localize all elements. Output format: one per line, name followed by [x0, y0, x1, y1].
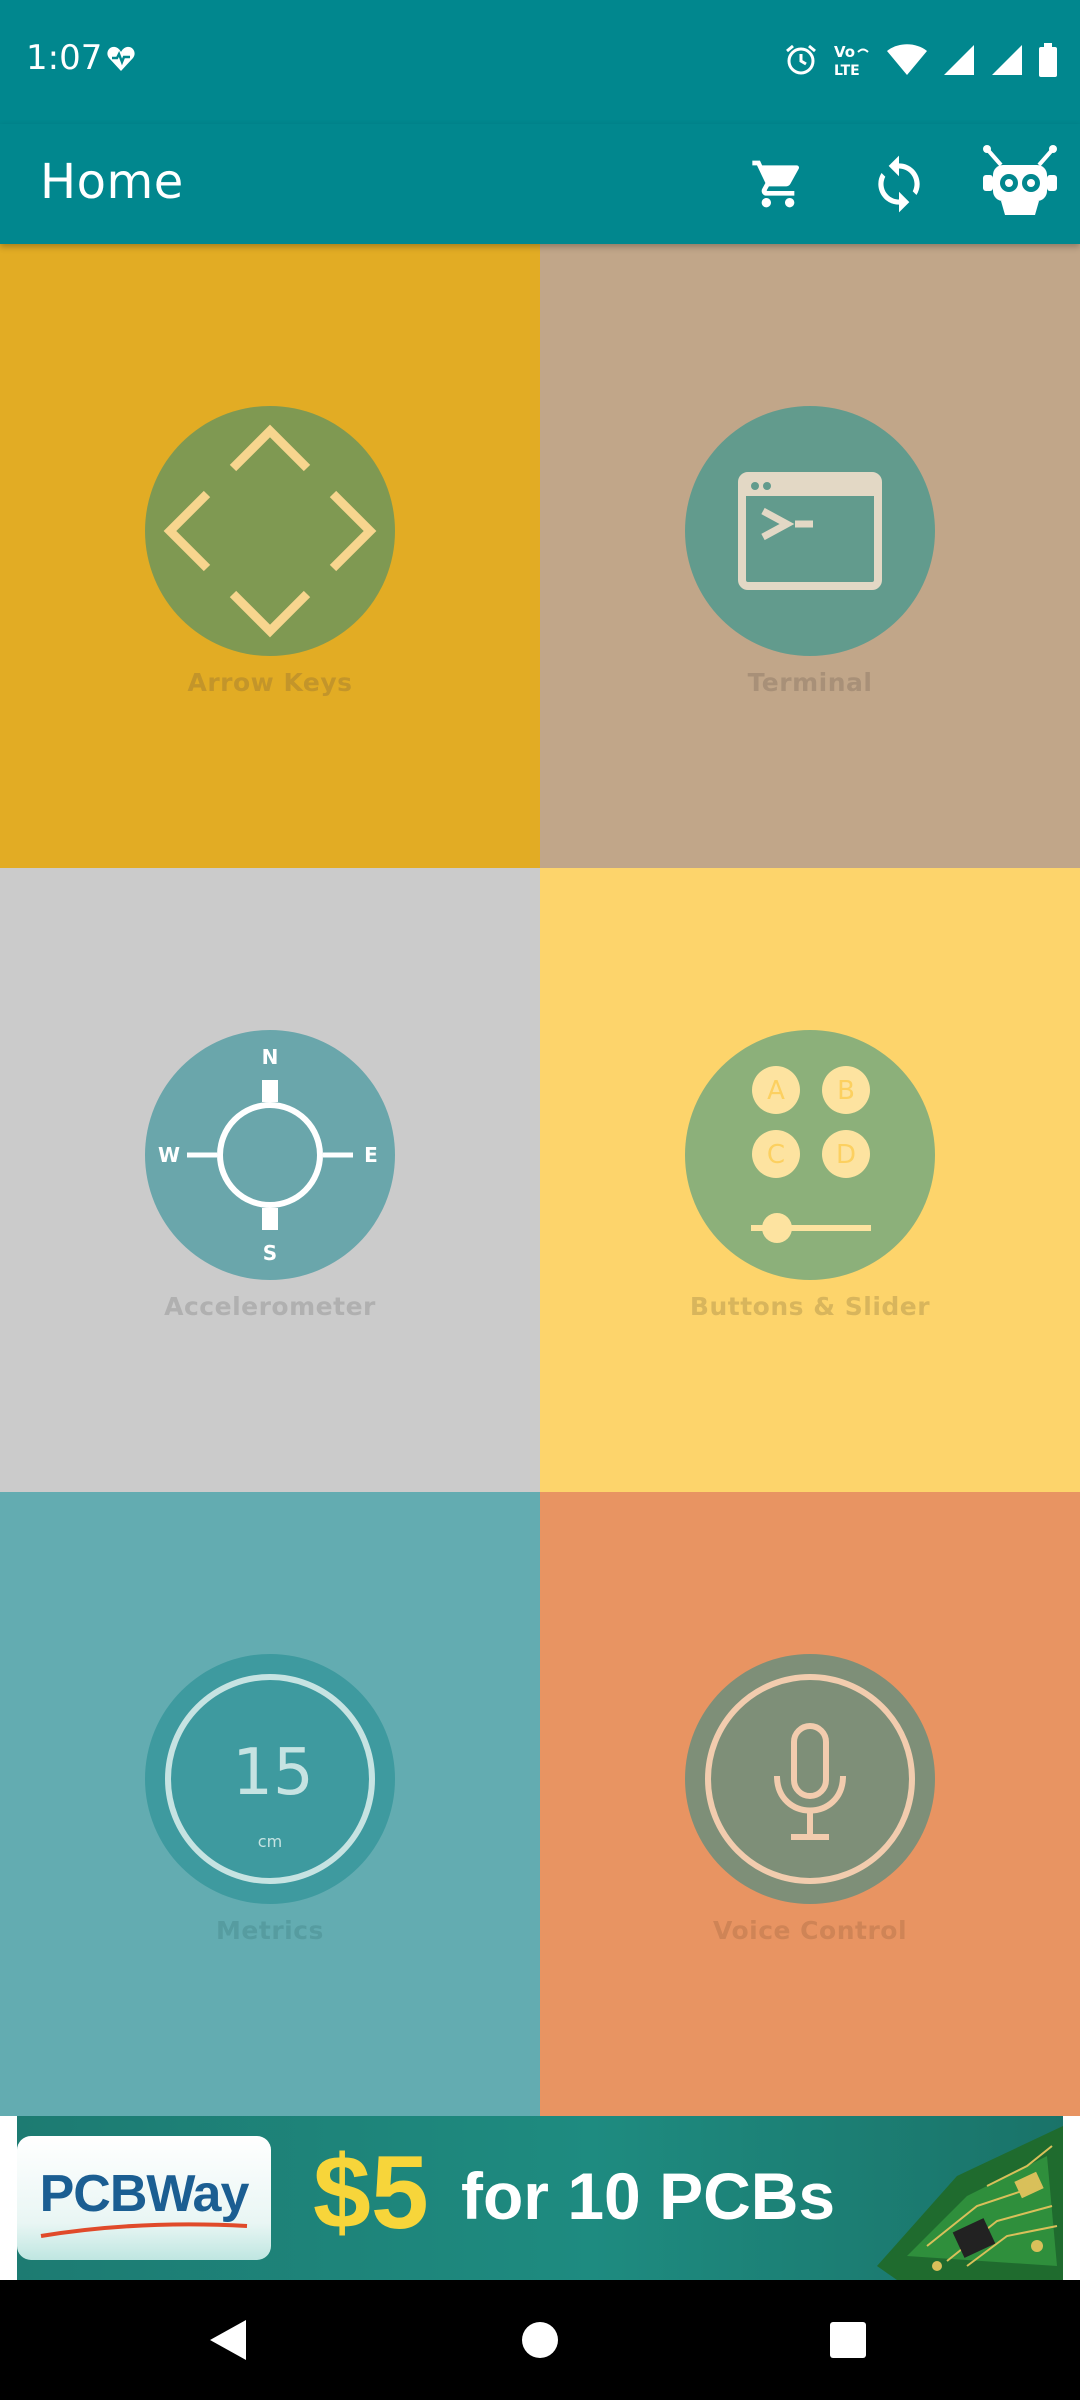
- terminal-disc: [685, 406, 935, 656]
- tile-buttons-slider[interactable]: A B C D Buttons & Slider: [540, 868, 1080, 1492]
- robot-settings-button[interactable]: [974, 138, 1066, 230]
- status-icons: Vo LTE: [784, 40, 1058, 80]
- arrow-keys-icon: [163, 424, 377, 638]
- compass-east: E: [364, 1143, 378, 1167]
- battery-icon: [1039, 43, 1057, 77]
- tile-accelerometer[interactable]: N S W E Accelerometer: [0, 868, 540, 1492]
- volte-icon: Vo LTE: [834, 43, 869, 78]
- promo-price: $5: [313, 2135, 429, 2251]
- recents-icon: [830, 2322, 866, 2358]
- tile-label: Buttons & Slider: [689, 1292, 931, 1321]
- tile-label: Accelerometer: [164, 1292, 376, 1321]
- tile-label: Voice Control: [712, 1916, 908, 1945]
- button-c-label: C: [767, 1140, 785, 1170]
- cell-signal-icon: [992, 45, 1022, 75]
- compass-west: W: [158, 1143, 180, 1167]
- button-a-label: A: [767, 1076, 785, 1106]
- cart-button[interactable]: [732, 138, 824, 230]
- pcb-board-icon: [877, 2126, 1063, 2280]
- tile-label: Arrow Keys: [187, 668, 353, 697]
- tile-label: Terminal: [747, 668, 873, 697]
- alarm-icon: [786, 44, 816, 75]
- button-b-label: B: [837, 1076, 855, 1106]
- volte-bottom-text: LTE: [834, 63, 860, 78]
- buttons-slider-icon: A B C D: [751, 1066, 871, 1243]
- recents-button[interactable]: [818, 2310, 878, 2370]
- status-time: 1:07: [26, 38, 103, 78]
- pcbway-logo-text: PCBWay: [39, 2165, 250, 2223]
- voice-control-disc: [685, 1654, 935, 1904]
- tile-voice-control[interactable]: Voice Control: [540, 1492, 1080, 2116]
- compass-icon: N S W E: [158, 1045, 378, 1265]
- terminal-icon: [738, 472, 882, 590]
- home-icon: [522, 2322, 558, 2358]
- tile-terminal[interactable]: Terminal: [540, 244, 1080, 868]
- accelerometer-disc: N S W E: [145, 1030, 395, 1280]
- ad-banner-content: PCBWay $5 for 10 PCBs: [17, 2116, 1063, 2280]
- app-bar: Home: [0, 124, 1080, 244]
- system-nav-bar: [0, 2280, 1080, 2400]
- sync-button[interactable]: [853, 138, 945, 230]
- screen: 1:07 Vo LTE Home Arrow Keys Terminal N S…: [0, 0, 1080, 2400]
- home-button[interactable]: [510, 2310, 570, 2370]
- pcbway-logo: PCBWay: [17, 2136, 271, 2260]
- page-title: Home: [40, 154, 184, 210]
- sync-icon: [878, 155, 920, 213]
- cell-signal-icon: [944, 45, 974, 75]
- metrics-gauge-icon: 15 cm: [165, 1674, 375, 1884]
- status-bar: 1:07 Vo LTE: [0, 0, 1080, 124]
- compass-south: S: [263, 1241, 277, 1265]
- back-button[interactable]: [198, 2310, 258, 2370]
- cart-icon: [752, 160, 800, 208]
- tile-arrow-keys[interactable]: Arrow Keys: [0, 244, 540, 868]
- logo-swoosh-icon: [40, 2222, 248, 2238]
- microphone-icon: [705, 1674, 915, 1884]
- compass-north: N: [262, 1045, 279, 1069]
- volte-top-text: Vo: [834, 43, 855, 61]
- robot-settings-icon: [983, 145, 1057, 215]
- tile-metrics[interactable]: 15 cm Metrics: [0, 1492, 540, 2116]
- promo-text: for 10 PCBs: [461, 2159, 836, 2233]
- arrow-keys-disc: [145, 406, 395, 656]
- controller-grid: Arrow Keys Terminal N S W E Acceleromete…: [0, 244, 1080, 2116]
- metric-unit: cm: [258, 1832, 282, 1851]
- buttons-slider-disc: A B C D: [685, 1030, 935, 1280]
- metrics-disc: 15 cm: [145, 1654, 395, 1904]
- back-icon: [210, 2320, 246, 2360]
- health-heart-icon: [107, 46, 135, 71]
- ad-banner[interactable]: PCBWay $5 for 10 PCBs: [0, 2116, 1080, 2280]
- button-d-label: D: [836, 1140, 856, 1170]
- tile-label: Metrics: [216, 1916, 324, 1945]
- metric-value: 15: [232, 1736, 313, 1810]
- wifi-icon: [887, 44, 927, 75]
